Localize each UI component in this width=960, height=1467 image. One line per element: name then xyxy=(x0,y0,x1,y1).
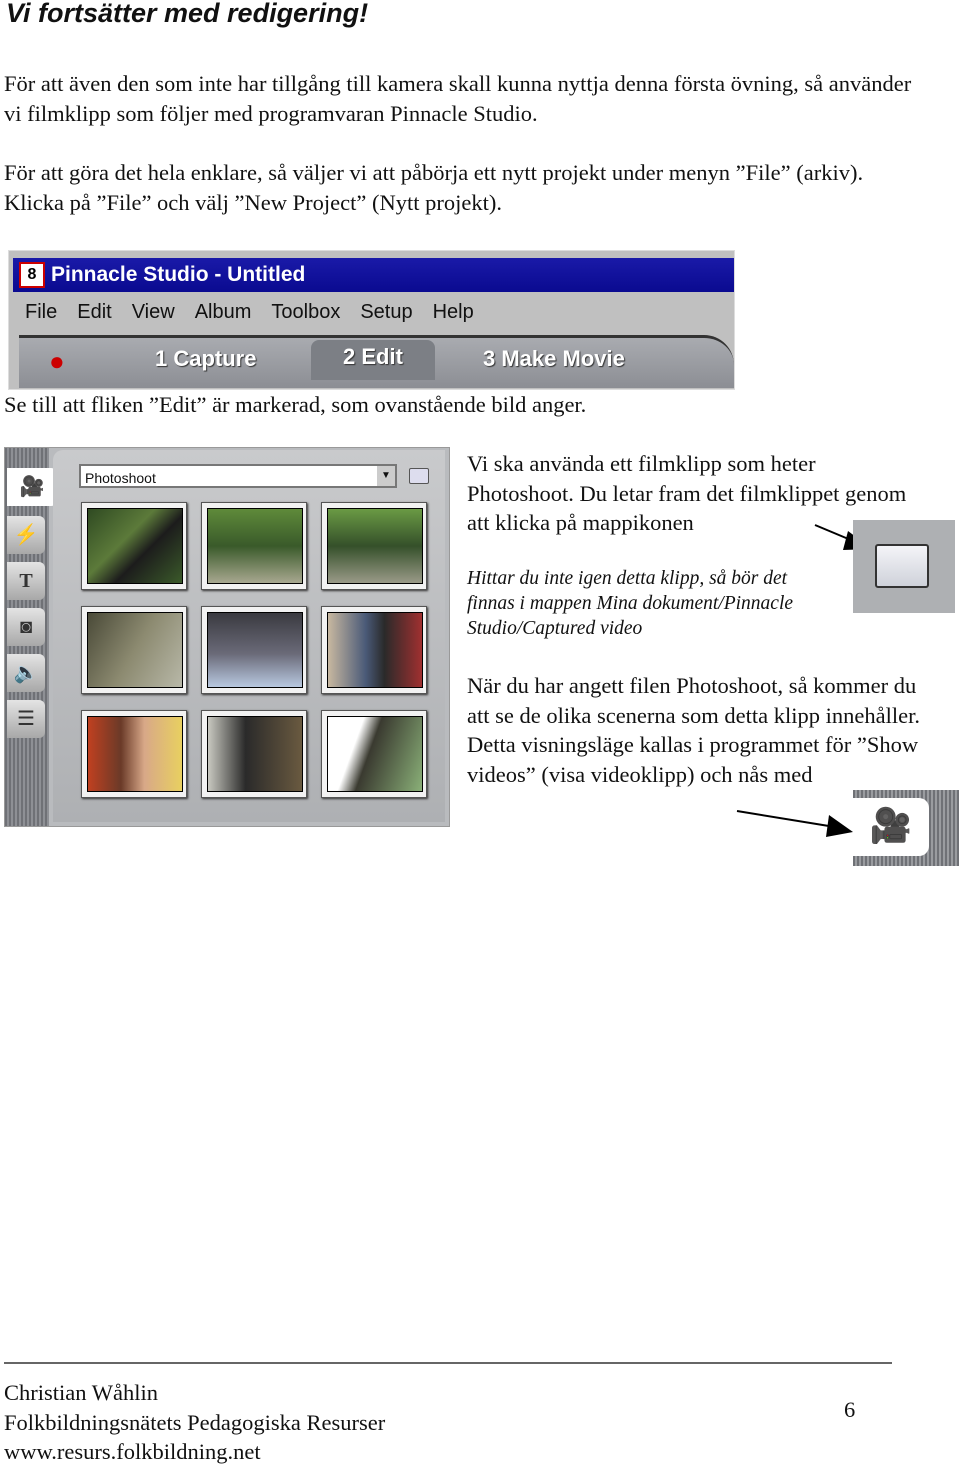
video-tab-enlarged: 🎥 xyxy=(853,790,959,866)
footer-url: www.resurs.folkbildning.net xyxy=(4,1439,261,1464)
footer-divider xyxy=(4,1362,892,1364)
footer-author: Christian Wåhlin xyxy=(4,1380,158,1405)
folder-icon xyxy=(875,544,929,588)
page-number: 6 xyxy=(844,1397,856,1422)
footer: Christian Wåhlin Folkbildningsnätets Ped… xyxy=(4,1378,385,1467)
arrowhead-icon xyxy=(826,815,853,837)
arrow-to-video-tab xyxy=(736,810,836,828)
footer-org: Folkbildningsnätets Pedagogiska Resurser xyxy=(4,1409,386,1435)
arrows xyxy=(736,524,872,837)
video-camera-icon: 🎥 xyxy=(853,798,929,856)
folder-icon-enlarged xyxy=(853,520,955,613)
